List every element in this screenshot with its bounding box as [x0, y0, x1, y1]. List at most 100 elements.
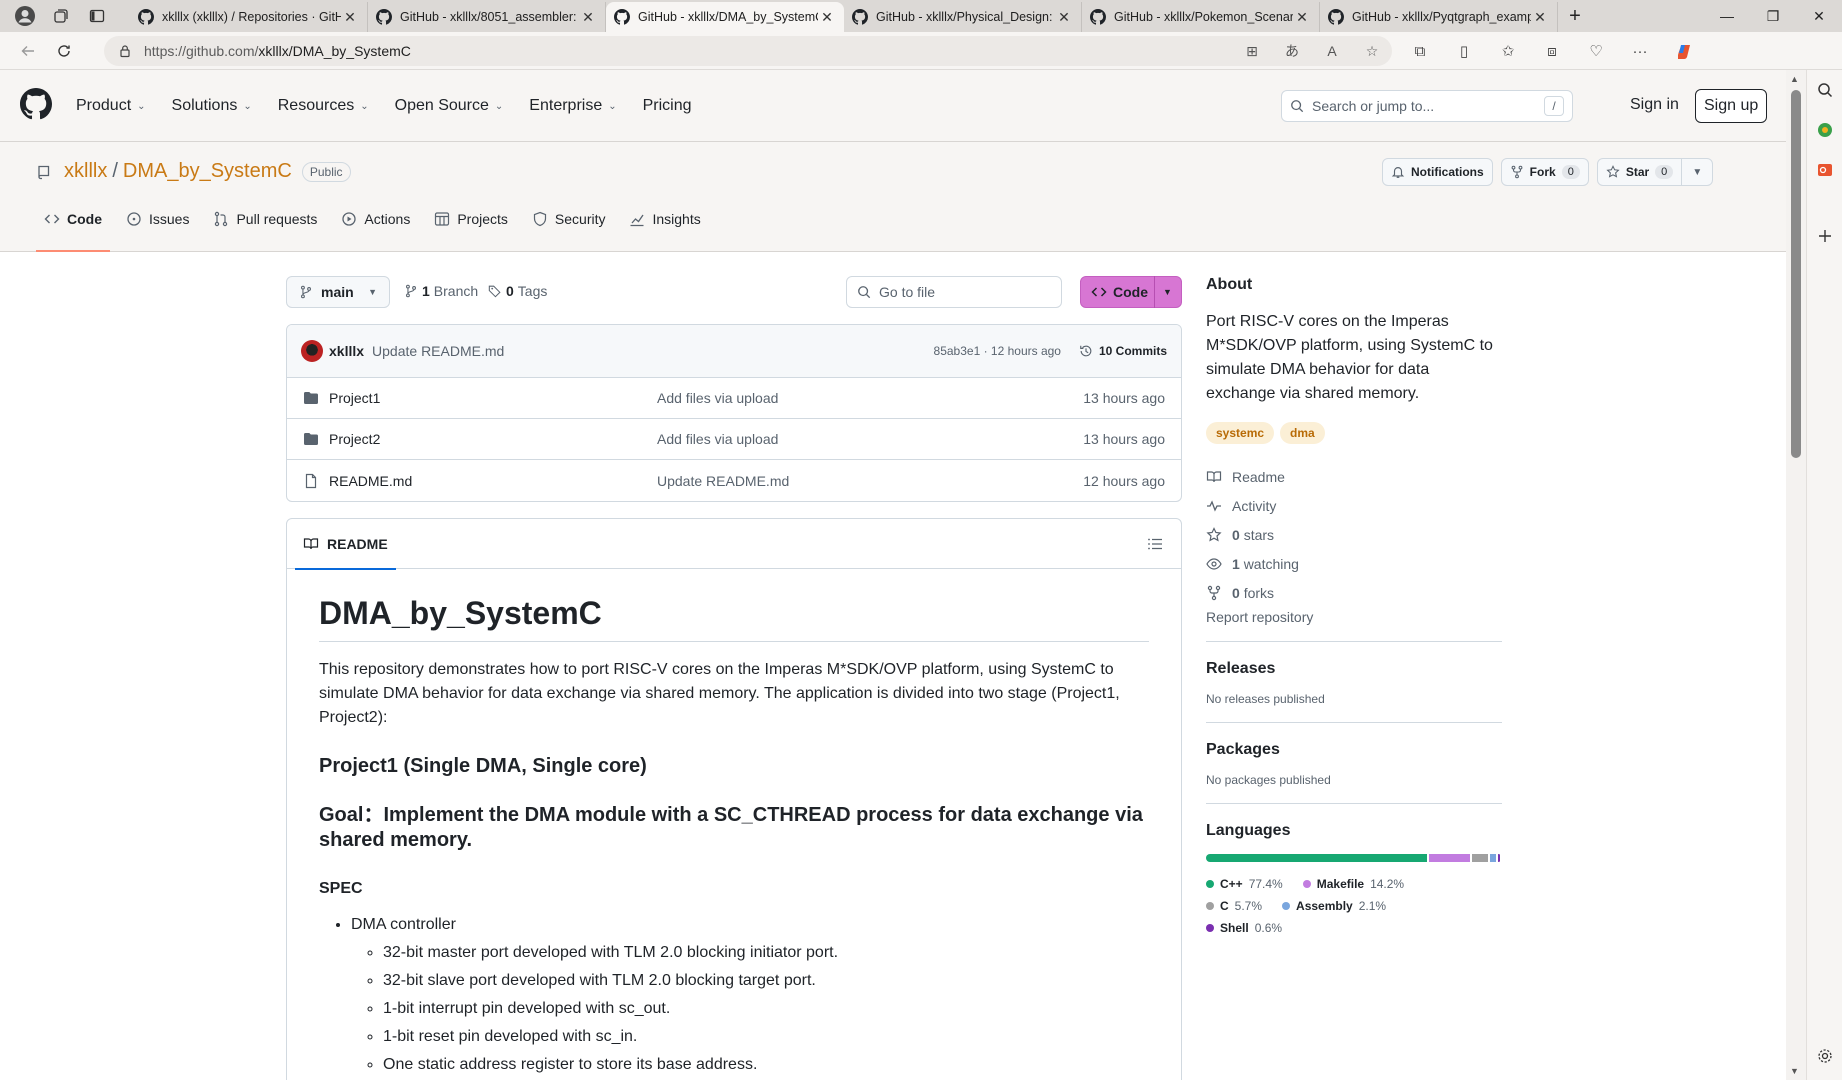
sidebar-item-readme[interactable]: Readme [1206, 462, 1502, 491]
topic-tag[interactable]: systemc [1206, 422, 1275, 444]
language-item[interactable]: C++ 77.4% [1206, 876, 1283, 892]
performance-icon[interactable]: ♡ [1574, 36, 1618, 66]
global-search-input[interactable]: Search or jump to... / [1281, 90, 1573, 122]
split-screen-icon[interactable]: ▯ [1442, 36, 1486, 66]
favorite-star-icon[interactable]: ☆ [1352, 43, 1392, 60]
tab-pull-requests[interactable]: Pull requests [205, 200, 325, 238]
nav-open-source[interactable]: Open Source ⌄ [395, 97, 504, 115]
scroll-up-arrow-icon[interactable]: ▲ [1790, 74, 1799, 84]
workspaces-icon[interactable] [46, 2, 76, 30]
star-button[interactable]: Star 0 [1598, 159, 1683, 185]
repo-owner-link[interactable]: xklllx [64, 160, 107, 183]
nav-resources[interactable]: Resources ⌄ [278, 97, 369, 115]
language-item[interactable]: Shell 0.6% [1206, 920, 1282, 936]
shopping-icon[interactable] [1807, 110, 1842, 150]
app-available-icon[interactable]: ⊞ [1232, 43, 1272, 60]
nav-enterprise[interactable]: Enterprise ⌄ [529, 97, 616, 115]
tab-security[interactable]: Security [524, 200, 614, 238]
read-aloud-icon[interactable]: A [1312, 43, 1352, 59]
close-tab-icon[interactable]: ✕ [1055, 9, 1073, 26]
minimize-button[interactable]: — [1704, 0, 1750, 32]
sidebar-item-forks[interactable]: 0 forks [1206, 578, 1502, 607]
translate-icon[interactable]: あ [1272, 41, 1312, 61]
scroll-down-arrow-icon[interactable]: ▼ [1790, 1066, 1799, 1076]
extensions-icon[interactable]: ⧉ [1398, 36, 1442, 66]
star-list-dropdown[interactable]: ▼ [1682, 167, 1712, 178]
browser-tab[interactable]: GitHub - xklllx/Physical_Design: ... ✕ [844, 2, 1082, 32]
sidebar-item-stars[interactable]: 0 stars [1206, 520, 1502, 549]
nav-pricing[interactable]: Pricing [643, 97, 692, 115]
commit-message[interactable]: Update README.md [372, 343, 504, 359]
close-tab-icon[interactable]: ✕ [1293, 9, 1311, 26]
commits-link[interactable]: 10 Commits [1079, 344, 1167, 358]
sidebar-item-watching[interactable]: 1 watching [1206, 549, 1502, 578]
repo-name-link[interactable]: DMA_by_SystemC [123, 160, 292, 183]
close-tab-icon[interactable]: ✕ [818, 9, 836, 26]
file-commit-message[interactable]: Add files via upload [657, 390, 1083, 406]
github-logo-icon[interactable] [20, 88, 52, 120]
packages-heading[interactable]: Packages [1206, 741, 1502, 759]
tab-code[interactable]: Code [36, 200, 110, 252]
vertical-tabs-icon[interactable] [82, 2, 112, 30]
browser-tab[interactable]: GitHub - xklllx/Pokemon_Scenario ✕ [1082, 2, 1320, 32]
language-item[interactable]: C 5.7% [1206, 898, 1262, 914]
close-window-button[interactable]: ✕ [1796, 0, 1842, 32]
add-icon[interactable] [1807, 216, 1842, 256]
tab-actions[interactable]: Actions [333, 200, 418, 238]
file-commit-message[interactable]: Update README.md [657, 473, 1083, 489]
language-item[interactable]: Assembly 2.1% [1282, 898, 1386, 914]
settings-gear-icon[interactable] [1807, 1036, 1842, 1076]
commit-author[interactable]: xklllx [329, 343, 364, 359]
tags-link[interactable]: 0 Tags [488, 283, 547, 299]
profile-icon[interactable] [10, 2, 40, 30]
commit-sha-time[interactable]: 85ab3e1 · 12 hours ago [934, 344, 1061, 358]
nav-product[interactable]: Product ⌄ [76, 97, 146, 115]
notifications-button[interactable]: Notifications [1382, 158, 1493, 186]
tab-projects[interactable]: Projects [426, 200, 516, 238]
url-field[interactable]: https://github.com/xklllx/DMA_by_SystemC… [104, 36, 1392, 66]
refresh-button[interactable] [46, 35, 82, 67]
fork-button[interactable]: Fork 0 [1500, 158, 1589, 186]
branches-link[interactable]: 1 Branch [404, 283, 478, 299]
file-commit-message[interactable]: Add files via upload [657, 431, 1083, 447]
sign-up-button[interactable]: Sign up [1695, 89, 1768, 123]
more-menu-icon[interactable]: ··· [1618, 36, 1662, 66]
sign-in-link[interactable]: Sign in [1630, 96, 1679, 114]
sidebar-item-activity[interactable]: Activity [1206, 491, 1502, 520]
copilot-icon[interactable] [1662, 36, 1706, 66]
browser-tab[interactable]: xklllx (xklllx) / Repositories · GitHub ✕ [130, 2, 368, 32]
file-name-link[interactable]: Project2 [329, 431, 380, 447]
close-tab-icon[interactable]: ✕ [341, 9, 359, 26]
browser-tab[interactable]: GitHub - xklllx/Pyqtgraph_example ✕ [1320, 2, 1558, 32]
favorites-icon[interactable]: ✩ [1486, 36, 1530, 66]
report-repository-link[interactable]: Report repository [1206, 609, 1502, 625]
new-tab-button[interactable]: + [1558, 2, 1592, 30]
browser-tab[interactable]: GitHub - xklllx/DMA_by_SystemC ✕ [606, 2, 844, 32]
close-tab-icon[interactable]: ✕ [579, 9, 597, 26]
code-dropdown-button[interactable]: Code ▼ [1080, 276, 1182, 308]
outline-list-icon[interactable] [1147, 536, 1163, 552]
go-to-file-input[interactable]: Go to file [846, 276, 1062, 308]
scrollbar-thumb[interactable] [1791, 90, 1801, 458]
language-item[interactable]: Makefile 14.2% [1302, 876, 1404, 892]
readme-list: DMA controller 32-bit master port develo… [319, 913, 1149, 1077]
close-tab-icon[interactable]: ✕ [1531, 9, 1549, 26]
restore-button[interactable]: ❐ [1750, 0, 1796, 32]
page-scrollbar[interactable]: ▲ ▼ [1786, 70, 1806, 1080]
collections-icon[interactable]: ⧈ [1530, 36, 1574, 66]
avatar[interactable] [301, 340, 323, 362]
readme-tab[interactable]: README [295, 519, 396, 570]
topic-tag[interactable]: dma [1280, 422, 1325, 444]
nav-solutions[interactable]: Solutions ⌄ [172, 97, 252, 115]
outlook-icon[interactable] [1807, 150, 1842, 190]
search-icon[interactable] [1807, 70, 1842, 110]
releases-heading[interactable]: Releases [1206, 660, 1502, 678]
language-dot-icon [1282, 902, 1291, 910]
file-name-link[interactable]: README.md [329, 473, 412, 489]
browser-tab[interactable]: GitHub - xklllx/8051_assembler: ... ✕ [368, 2, 606, 32]
tab-insights[interactable]: Insights [621, 200, 708, 238]
file-name-link[interactable]: Project1 [329, 390, 380, 406]
tab-issues[interactable]: Issues [118, 200, 197, 238]
branch-selector[interactable]: main ▼ [286, 276, 390, 308]
back-button[interactable] [10, 35, 46, 67]
